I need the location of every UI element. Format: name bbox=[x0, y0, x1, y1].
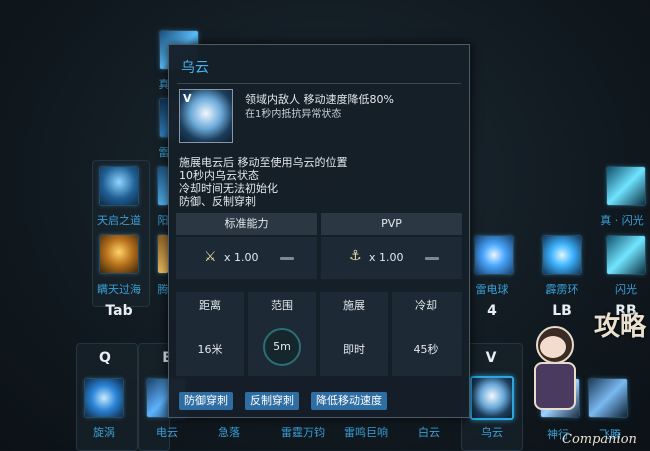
skill-icon-wuyun[interactable] bbox=[470, 376, 514, 420]
tooltip-effect-2: 在1秒内抵抗异常状态 bbox=[245, 109, 342, 120]
tag-slow: 降低移动速度 bbox=[311, 392, 387, 410]
swords-icon: ⚔ bbox=[204, 249, 217, 265]
tag-defense-pierce: 防御穿刺 bbox=[179, 392, 233, 410]
skill-icon-zhen-shanguang[interactable] bbox=[606, 166, 646, 206]
standard-cell: ⚔ x 1.00 bbox=[176, 237, 317, 279]
skill-label-shanguang: 闪光 bbox=[615, 283, 637, 296]
dash-icon bbox=[425, 257, 439, 260]
range-value: 5m bbox=[263, 328, 301, 366]
dash-icon bbox=[280, 257, 294, 260]
key-label-lb: LB bbox=[552, 303, 572, 319]
skill-label-tianqi: 天启之道 bbox=[97, 214, 141, 227]
tooltip-title: 乌云 bbox=[181, 60, 209, 76]
skill-label-dianyun: 电云 bbox=[156, 426, 178, 439]
watermark-text: Companion bbox=[562, 432, 637, 447]
stat-range: 范围 5m bbox=[248, 292, 316, 376]
tooltip-skill-icon: V bbox=[179, 89, 233, 143]
pvp-cell: ⚓ x 1.00 bbox=[321, 237, 462, 279]
skill-label-baiyun: 白云 bbox=[418, 426, 440, 439]
skill-icon-shanguang[interactable] bbox=[606, 235, 646, 275]
skill-label-leitingwanjun: 雷霆万钧 bbox=[281, 426, 325, 439]
watermark-character bbox=[522, 322, 584, 422]
cooldown-label: 冷却 bbox=[415, 299, 437, 312]
distance-label: 距离 bbox=[199, 299, 221, 312]
pvp-mult: x 1.00 bbox=[369, 251, 404, 264]
stat-distance: 距离 16米 bbox=[176, 292, 244, 376]
stat-cooldown: 冷却 45秒 bbox=[392, 292, 462, 376]
skill-label-bai: 阳 bbox=[157, 214, 169, 227]
pvp-icon: ⚓ bbox=[349, 248, 362, 264]
skill-label-teng: 腾 bbox=[157, 283, 169, 296]
skill-label-leimingjuxiang: 雷鸣巨响 bbox=[344, 426, 388, 439]
cast-value: 即时 bbox=[343, 343, 365, 356]
range-label: 范围 bbox=[271, 299, 293, 312]
skill-label-pilihuan: 霹雳环 bbox=[545, 283, 579, 296]
stat-cast: 施展 即时 bbox=[320, 292, 388, 376]
standard-header: 标准能力 bbox=[176, 213, 317, 235]
tooltip-icon-key: V bbox=[183, 92, 192, 105]
tooltip-desc-4: 防御、反制穿刺 bbox=[179, 195, 256, 208]
skill-label-zhen-shanguang: 真 · 闪光 bbox=[600, 214, 644, 227]
skill-tooltip: 乌云 V 领域内敌人 移动速度降低80% 在1秒内抵抗异常状态 施展电云后 移动… bbox=[168, 44, 470, 418]
skill-label-leidianqiu: 雷电球 bbox=[475, 283, 509, 296]
skill-label-xuanwo: 旋涡 bbox=[93, 426, 115, 439]
pvp-header: PVP bbox=[321, 213, 462, 235]
skill-label-jiluo: 急落 bbox=[218, 426, 240, 439]
skill-icon-pilihuan[interactable] bbox=[542, 235, 582, 275]
watermark-calligraphy: 攻略 bbox=[594, 312, 647, 342]
tag-counter-pierce: 反制穿刺 bbox=[245, 392, 299, 410]
key-label-v: V bbox=[485, 350, 497, 366]
skill-icon-tianqi[interactable] bbox=[99, 166, 139, 206]
key-label-tab: Tab bbox=[105, 303, 133, 319]
skill-icon-qingtian[interactable] bbox=[99, 234, 139, 274]
standard-mult: x 1.00 bbox=[224, 251, 259, 264]
cast-label: 施展 bbox=[343, 299, 365, 312]
skill-icon-xuanwo[interactable] bbox=[84, 378, 124, 418]
distance-value: 16米 bbox=[197, 343, 223, 356]
tooltip-divider bbox=[177, 83, 461, 84]
skill-icon-leidianqiu[interactable] bbox=[474, 235, 514, 275]
skill-label-qingtian: 瞒天过海 bbox=[97, 283, 141, 296]
key-label-4: 4 bbox=[487, 303, 497, 319]
skill-label-wuyun: 乌云 bbox=[481, 426, 503, 439]
key-label-q: Q bbox=[99, 350, 111, 366]
cooldown-value: 45秒 bbox=[413, 343, 439, 356]
